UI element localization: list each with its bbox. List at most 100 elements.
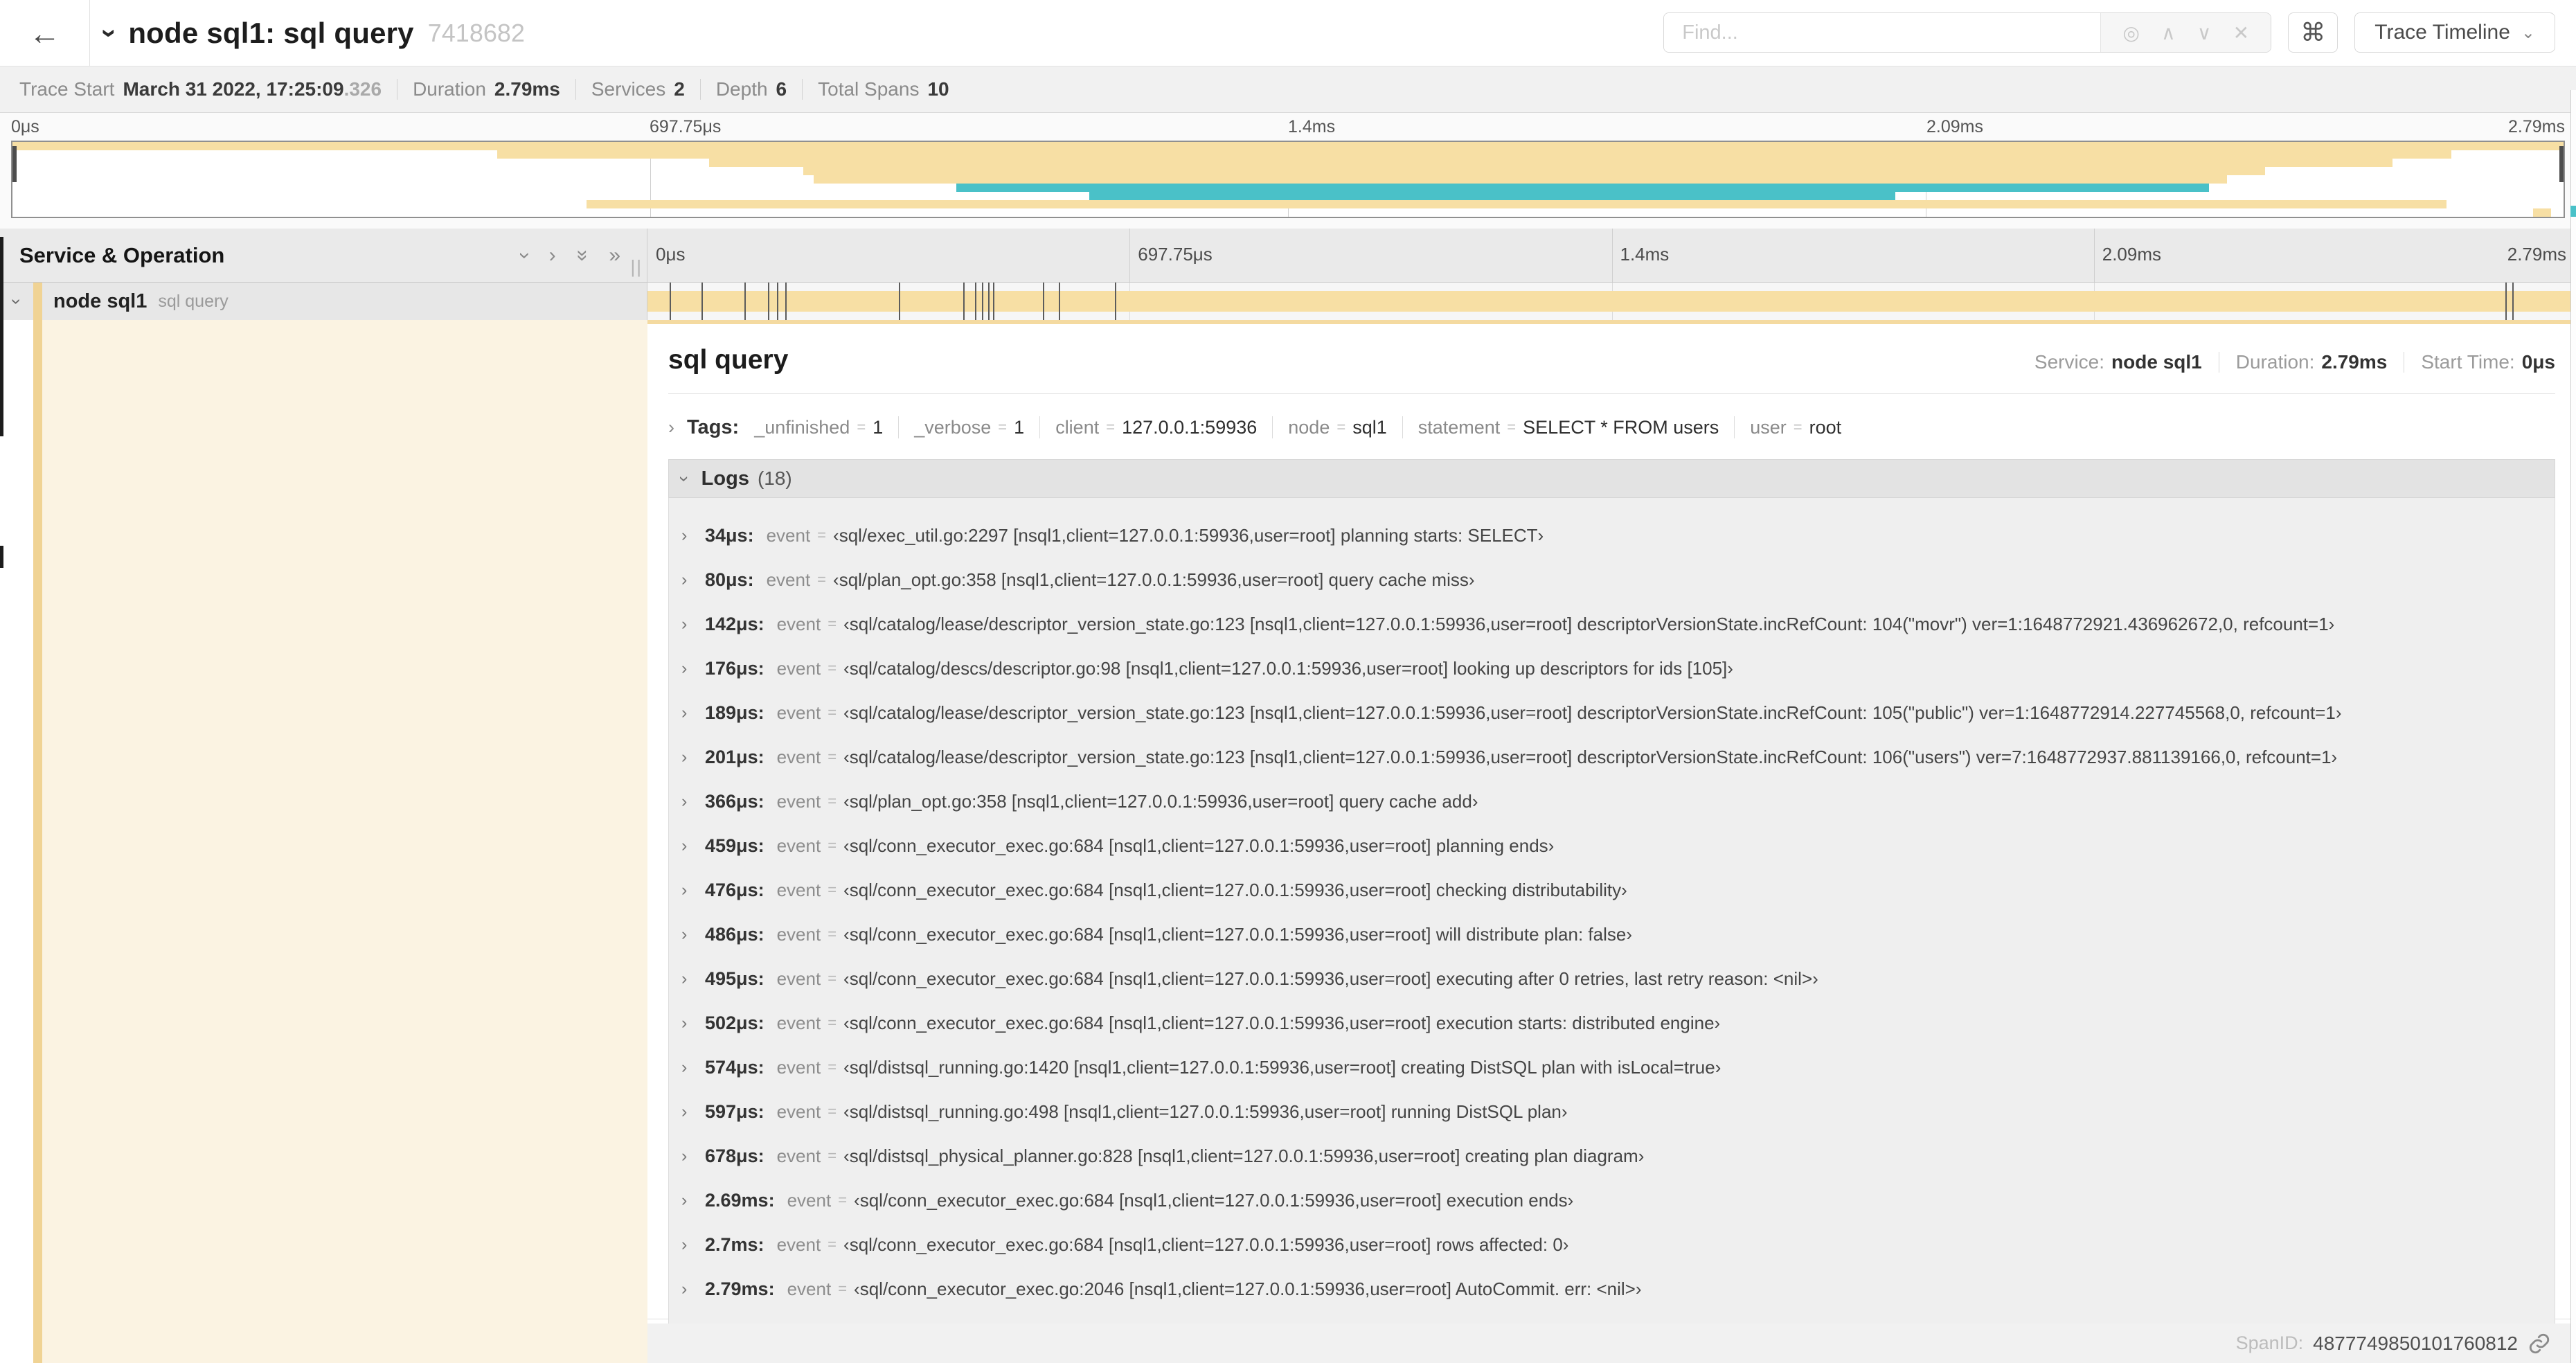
trace-stat: Duration 2.79ms: [413, 78, 560, 100]
find-prev-icon[interactable]: ∧: [2161, 21, 2176, 44]
log-expander-icon[interactable]: ›: [681, 925, 705, 945]
trace-collapse-chevron-icon[interactable]: ›: [95, 28, 125, 37]
log-marker-tick: [669, 283, 671, 320]
expand-all-icon[interactable]: »: [609, 244, 620, 266]
log-field-key: event: [776, 968, 821, 989]
log-expander-icon[interactable]: ›: [681, 659, 705, 679]
logs-collapse-icon[interactable]: ›: [674, 476, 695, 482]
log-entry[interactable]: › 486μs: event = ‹sql/conn_executor_exec.go:…: [681, 912, 2555, 956]
tag-item[interactable]: user = root: [1750, 417, 1841, 438]
log-entry[interactable]: › 201μs: event = ‹sql/catalog/lease/descript…: [681, 735, 2555, 779]
log-entry[interactable]: › 574μs: event = ‹sql/distsql_running.go:142…: [681, 1045, 2555, 1089]
trace-view-dropdown[interactable]: Trace Timeline ⌄: [2354, 12, 2555, 53]
log-marker-tick: [963, 283, 965, 320]
log-entry[interactable]: › 366μs: event = ‹sql/plan_opt.go:358 [nsql1…: [681, 779, 2555, 823]
span-duration-bar[interactable]: [647, 291, 2576, 312]
log-expander-icon[interactable]: ›: [681, 1235, 705, 1255]
log-field-key: event: [776, 1012, 821, 1033]
log-entry[interactable]: › 142μs: event = ‹sql/catalog/lease/descript…: [681, 602, 2555, 646]
log-expander-icon[interactable]: ›: [681, 1191, 705, 1211]
logs-header[interactable]: › Logs (18): [668, 459, 2555, 498]
logs-list: › 34μs: event = ‹sql/exec_util.go:2297 [nsql…: [668, 498, 2555, 1346]
log-expander-icon[interactable]: ›: [681, 792, 705, 812]
span-collapse-chevron-icon[interactable]: ›: [6, 285, 28, 318]
log-timestamp: 476μs:: [705, 879, 764, 900]
minimap-viewport[interactable]: [11, 141, 2565, 218]
stat-divider: [802, 79, 803, 100]
right-scrollbar-rail[interactable]: [2570, 90, 2576, 1363]
log-expander-icon[interactable]: ›: [681, 1279, 705, 1299]
log-equals: =: [828, 792, 837, 810]
minimap-time-label: 697.75μs: [650, 117, 722, 136]
log-entry[interactable]: › 476μs: event = ‹sql/conn_executor_exec.go:…: [681, 868, 2555, 912]
log-field-key: event: [776, 879, 821, 900]
log-entry[interactable]: › 189μs: event = ‹sql/catalog/lease/descript…: [681, 691, 2555, 735]
log-expander-icon[interactable]: ›: [681, 1146, 705, 1166]
log-equals: =: [828, 1236, 837, 1253]
ruler-gridline: [1611, 229, 1613, 282]
tag-value: SELECT * FROM users: [1523, 416, 1719, 438]
find-clear-icon[interactable]: ✕: [2233, 21, 2249, 44]
log-equals: =: [817, 571, 827, 588]
tag-item[interactable]: statement = SELECT * FROM users: [1418, 417, 1719, 438]
span-detail-panel: sql query Service: node sql1 Duration: 2.79…: [647, 320, 2576, 1346]
link-icon[interactable]: [2528, 1332, 2551, 1355]
tag-item[interactable]: _verbose = 1: [914, 417, 1024, 438]
find-input[interactable]: [1664, 13, 2101, 52]
trace-view-label: Trace Timeline: [2374, 21, 2510, 44]
log-expander-icon[interactable]: ›: [681, 526, 705, 546]
span-row: › node sql1 sql query: [0, 283, 2576, 320]
log-equals: =: [838, 1191, 848, 1209]
log-entry[interactable]: › 2.79ms: event = ‹sql/conn_executor_exec.go…: [681, 1267, 2555, 1311]
tag-equals: =: [1793, 418, 1803, 436]
log-entry[interactable]: › 495μs: event = ‹sql/conn_executor_exec.go:…: [681, 956, 2555, 1001]
log-expander-icon[interactable]: ›: [681, 703, 705, 723]
tag-key: node: [1288, 416, 1330, 438]
logs-count: (18): [757, 467, 792, 489]
tag-item[interactable]: _unfinished = 1: [754, 417, 883, 438]
find-locate-icon[interactable]: ◎: [2122, 21, 2139, 44]
log-entry[interactable]: › 597μs: event = ‹sql/distsql_running.go:498…: [681, 1089, 2555, 1134]
log-entry[interactable]: › 502μs: event = ‹sql/conn_executor_exec.go:…: [681, 1001, 2555, 1045]
log-expander-icon[interactable]: ›: [681, 836, 705, 856]
tag-item[interactable]: client = 127.0.0.1:59936: [1055, 417, 1257, 438]
tags-row[interactable]: › Tags: _unfinished = 1 _verbose = 1 client = 12…: [668, 409, 2555, 445]
log-entry[interactable]: › 678μs: event = ‹sql/distsql_physical_plann…: [681, 1134, 2555, 1178]
log-expander-icon[interactable]: ›: [681, 1013, 705, 1033]
expand-one-icon[interactable]: ›: [549, 244, 556, 266]
collapse-one-icon[interactable]: ›: [514, 252, 537, 259]
top-bar: ← › node sql1: sql query 7418682 ◎ ∧ ∨ ✕…: [0, 0, 2576, 66]
span-row-name-cell[interactable]: › node sql1 sql query: [0, 283, 647, 320]
log-entry[interactable]: › 80μs: event = ‹sql/plan_opt.go:358 [nsql1,…: [681, 558, 2555, 602]
minimap-right-handle[interactable]: [2559, 146, 2564, 182]
keyboard-shortcuts-button[interactable]: ⌘: [2288, 12, 2338, 53]
log-expander-icon[interactable]: ›: [681, 969, 705, 989]
minimap-span-bar: [1089, 191, 1895, 200]
log-expander-icon[interactable]: ›: [681, 570, 705, 590]
span-detail-meta: Service: node sql1 Duration: 2.79ms Start Ti…: [2034, 351, 2555, 373]
tags-expander-icon[interactable]: ›: [668, 417, 674, 438]
tag-item[interactable]: node = sql1: [1288, 417, 1386, 438]
log-entry[interactable]: › 2.69ms: event = ‹sql/conn_executor_exec.go…: [681, 1178, 2555, 1222]
span-service-name[interactable]: node sql1: [53, 290, 147, 313]
log-marker-tick: [1114, 283, 1116, 320]
log-entry[interactable]: › 459μs: event = ‹sql/conn_executor_exec.go:…: [681, 823, 2555, 868]
find-next-icon[interactable]: ∨: [2197, 21, 2212, 44]
tags-label: Tags:: [687, 416, 740, 438]
log-expander-icon[interactable]: ›: [681, 614, 705, 634]
log-entry[interactable]: › 176μs: event = ‹sql/catalog/descs/descript…: [681, 646, 2555, 691]
ruler-time-label: 1.4ms: [1620, 244, 1670, 265]
log-expander-icon[interactable]: ›: [681, 1058, 705, 1078]
collapse-all-icon[interactable]: »: [571, 249, 594, 261]
log-expander-icon[interactable]: ›: [681, 747, 705, 767]
span-detail-title: sql query: [668, 345, 789, 375]
log-entry[interactable]: › 2.7ms: event = ‹sql/conn_executor_exec.go:…: [681, 1222, 2555, 1267]
minimap-left-handle[interactable]: [12, 146, 17, 182]
log-expander-icon[interactable]: ›: [681, 1102, 705, 1122]
spanid-label: SpanID:: [2235, 1333, 2304, 1353]
column-resize-grabber[interactable]: ||: [630, 256, 643, 278]
back-button[interactable]: ←: [0, 0, 90, 66]
log-expander-icon[interactable]: ›: [681, 880, 705, 900]
service-operation-title: Service & Operation: [19, 242, 225, 267]
log-entry[interactable]: › 34μs: event = ‹sql/exec_util.go:2297 [nsql…: [681, 513, 2555, 558]
